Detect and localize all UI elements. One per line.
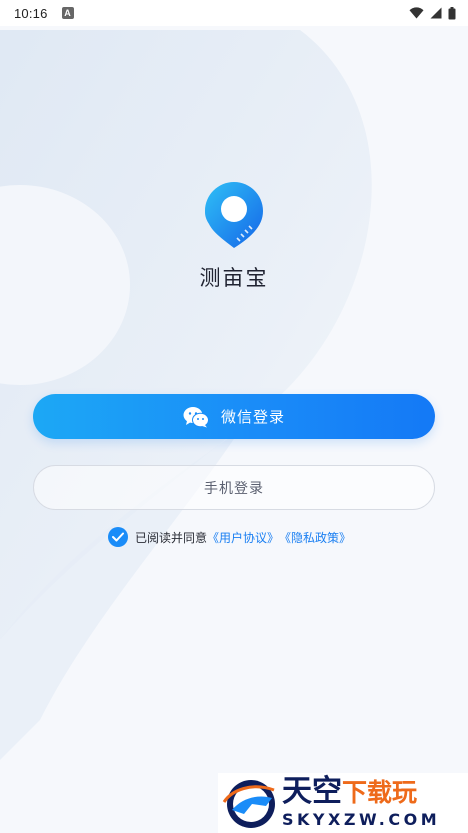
status-time: 10:16 (14, 5, 48, 21)
watermark-title-main: 天空 (282, 774, 342, 809)
app-logo-icon (205, 182, 263, 248)
status-icons (409, 6, 456, 20)
phone-login-button[interactable]: 手机登录 (33, 465, 435, 510)
wechat-icon (183, 406, 209, 427)
privacy-policy-link[interactable]: 《隐私政策》 (279, 529, 351, 546)
battery-icon (448, 6, 456, 19)
checkmark-icon (112, 532, 124, 542)
notification-badge-icon: A (61, 7, 74, 19)
watermark-logo-icon (222, 780, 275, 828)
agreement-checkbox[interactable] (108, 527, 128, 547)
watermark-title-accent: 下载玩 (342, 778, 418, 807)
login-screen: 10:16 A 测亩宝 微信登录 手机登录 已阅读并同意 《用户协议》 《隐私政… (0, 0, 468, 833)
wechat-login-button[interactable]: 微信登录 (33, 394, 435, 439)
watermark: 天空 下载玩 SKYXZW.COM (218, 773, 468, 833)
agreement-row: 已阅读并同意 《用户协议》 《隐私政策》 (108, 526, 351, 548)
app-name: 测亩宝 (199, 266, 269, 290)
user-agreement-link[interactable]: 《用户协议》 (207, 529, 279, 546)
status-bar: 10:16 A (0, 0, 468, 26)
phone-login-label: 手机登录 (204, 480, 264, 497)
wechat-login-label: 微信登录 (220, 408, 285, 426)
wifi-icon (409, 7, 424, 19)
watermark-subtitle: SKYXZW.COM (282, 810, 441, 829)
agreement-prefix: 已阅读并同意 (135, 530, 208, 545)
signal-icon (430, 7, 442, 19)
